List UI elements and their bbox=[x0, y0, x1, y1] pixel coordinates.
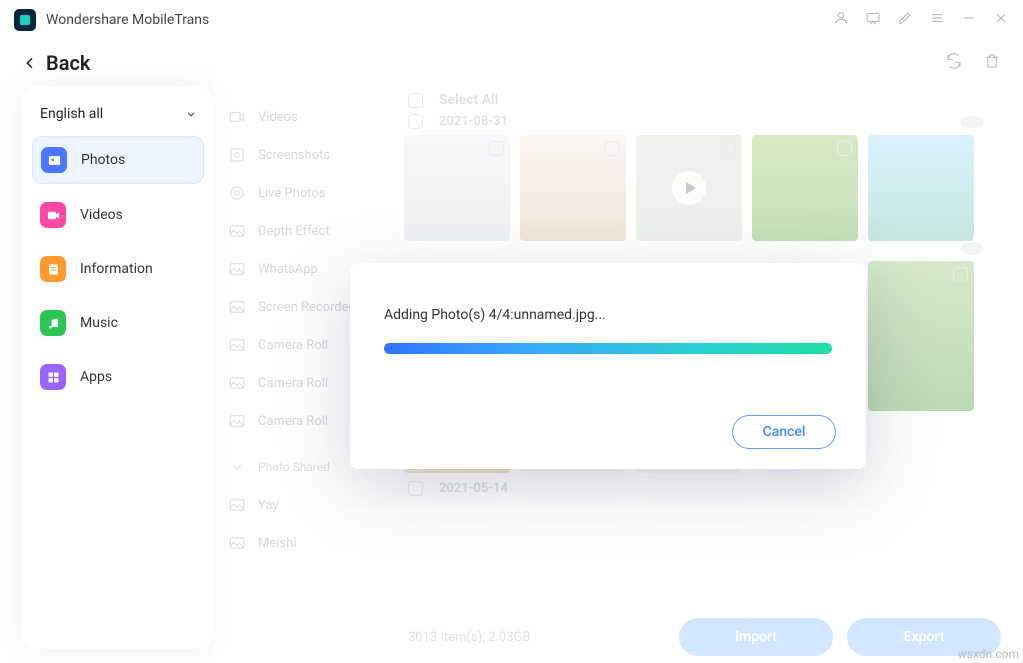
progress-modal: Adding Photo(s) 4/4:unnamed.jpg... Cance… bbox=[350, 263, 866, 469]
back-label[interactable]: Back bbox=[46, 51, 90, 75]
videos-icon bbox=[40, 202, 66, 228]
app-title: Wondershare MobileTrans bbox=[46, 12, 209, 28]
apps-icon bbox=[40, 364, 66, 390]
progress-bar bbox=[384, 343, 832, 354]
chevron-left-icon[interactable] bbox=[22, 55, 38, 71]
app-logo bbox=[14, 9, 36, 31]
sidebar-item-label: Videos bbox=[80, 207, 123, 223]
sidebar-item-label: Apps bbox=[80, 369, 112, 385]
music-icon bbox=[40, 310, 66, 336]
sidebar-item-label: Information bbox=[80, 261, 153, 277]
information-icon bbox=[40, 256, 66, 282]
sidebar-item-label: Music bbox=[80, 315, 118, 331]
sidebar-item-videos[interactable]: Videos bbox=[32, 192, 204, 238]
photos-icon bbox=[41, 147, 67, 173]
language-label: English all bbox=[40, 106, 103, 122]
watermark: wsxdn.com bbox=[958, 647, 1019, 661]
sidebar-item-apps[interactable]: Apps bbox=[32, 354, 204, 400]
sidebar-item-information[interactable]: Information bbox=[32, 246, 204, 292]
sidebar-item-music[interactable]: Music bbox=[32, 300, 204, 346]
language-selector[interactable]: English all bbox=[32, 96, 204, 136]
sidebar-item-photos[interactable]: Photos bbox=[32, 136, 204, 184]
sidebar-item-label: Photos bbox=[81, 152, 125, 168]
cancel-button[interactable]: Cancel bbox=[732, 415, 836, 449]
modal-message: Adding Photo(s) 4/4:unnamed.jpg... bbox=[384, 307, 832, 323]
sidebar: English all Photos Videos Information Mu… bbox=[22, 86, 214, 649]
chevron-down-icon bbox=[184, 107, 198, 121]
